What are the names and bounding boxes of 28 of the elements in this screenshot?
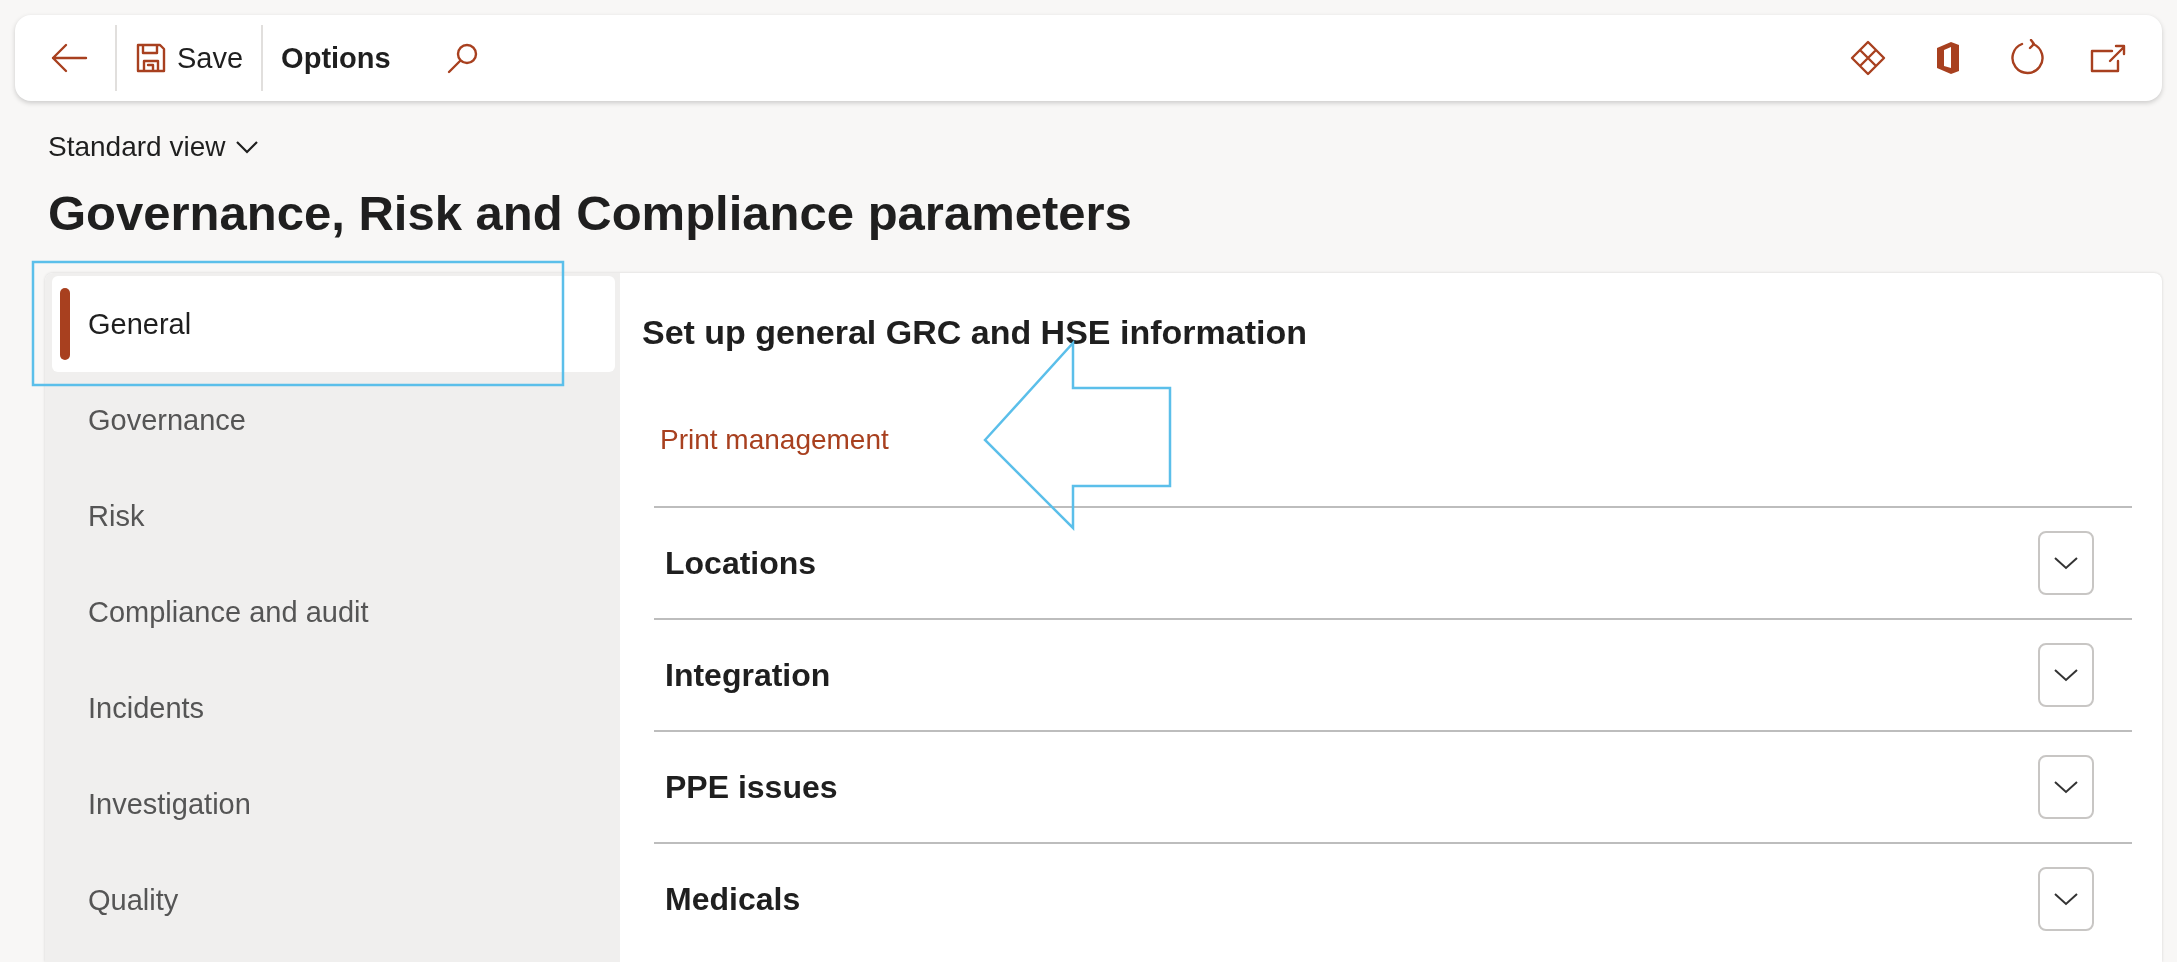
section-title: Integration: [665, 656, 831, 694]
view-selector[interactable]: Standard view: [48, 131, 260, 163]
search-icon: [445, 41, 480, 75]
chevron-down-icon: [235, 140, 260, 154]
back-arrow-icon: [50, 43, 88, 73]
chevron-down-icon: [2053, 780, 2079, 794]
options-button[interactable]: Options: [269, 28, 403, 88]
section-heading: Set up general GRC and HSE information: [642, 313, 1308, 352]
sidebar-tab[interactable]: Quality: [52, 852, 615, 948]
chevron-down-icon: [2053, 668, 2079, 682]
page-title: Governance, Risk and Compliance parameters: [48, 185, 1133, 241]
section-title: PPE issues: [665, 768, 838, 806]
sidebar-tab[interactable]: Compliance and audit: [52, 564, 615, 660]
sidebar-tab[interactable]: Investigation: [52, 756, 615, 852]
save-button[interactable]: Save: [123, 28, 256, 88]
save-icon: [135, 42, 167, 74]
diamond-icon: [1849, 39, 1887, 77]
section-title: Locations: [665, 544, 817, 582]
popout-icon: [2090, 43, 2126, 73]
sidebar-tab[interactable]: Incidents: [52, 660, 615, 756]
sidebar-tab[interactable]: Risk: [52, 468, 615, 564]
section-title: Medicals: [665, 880, 801, 918]
refresh-icon: [2009, 39, 2047, 77]
sidebar-tab[interactable]: General: [52, 276, 615, 372]
print-management-link[interactable]: Print management: [660, 424, 889, 456]
chevron-down-icon: [2053, 556, 2079, 570]
chevron-down-icon: [2053, 892, 2079, 906]
sidebar-tab[interactable]: Governance: [52, 372, 615, 468]
